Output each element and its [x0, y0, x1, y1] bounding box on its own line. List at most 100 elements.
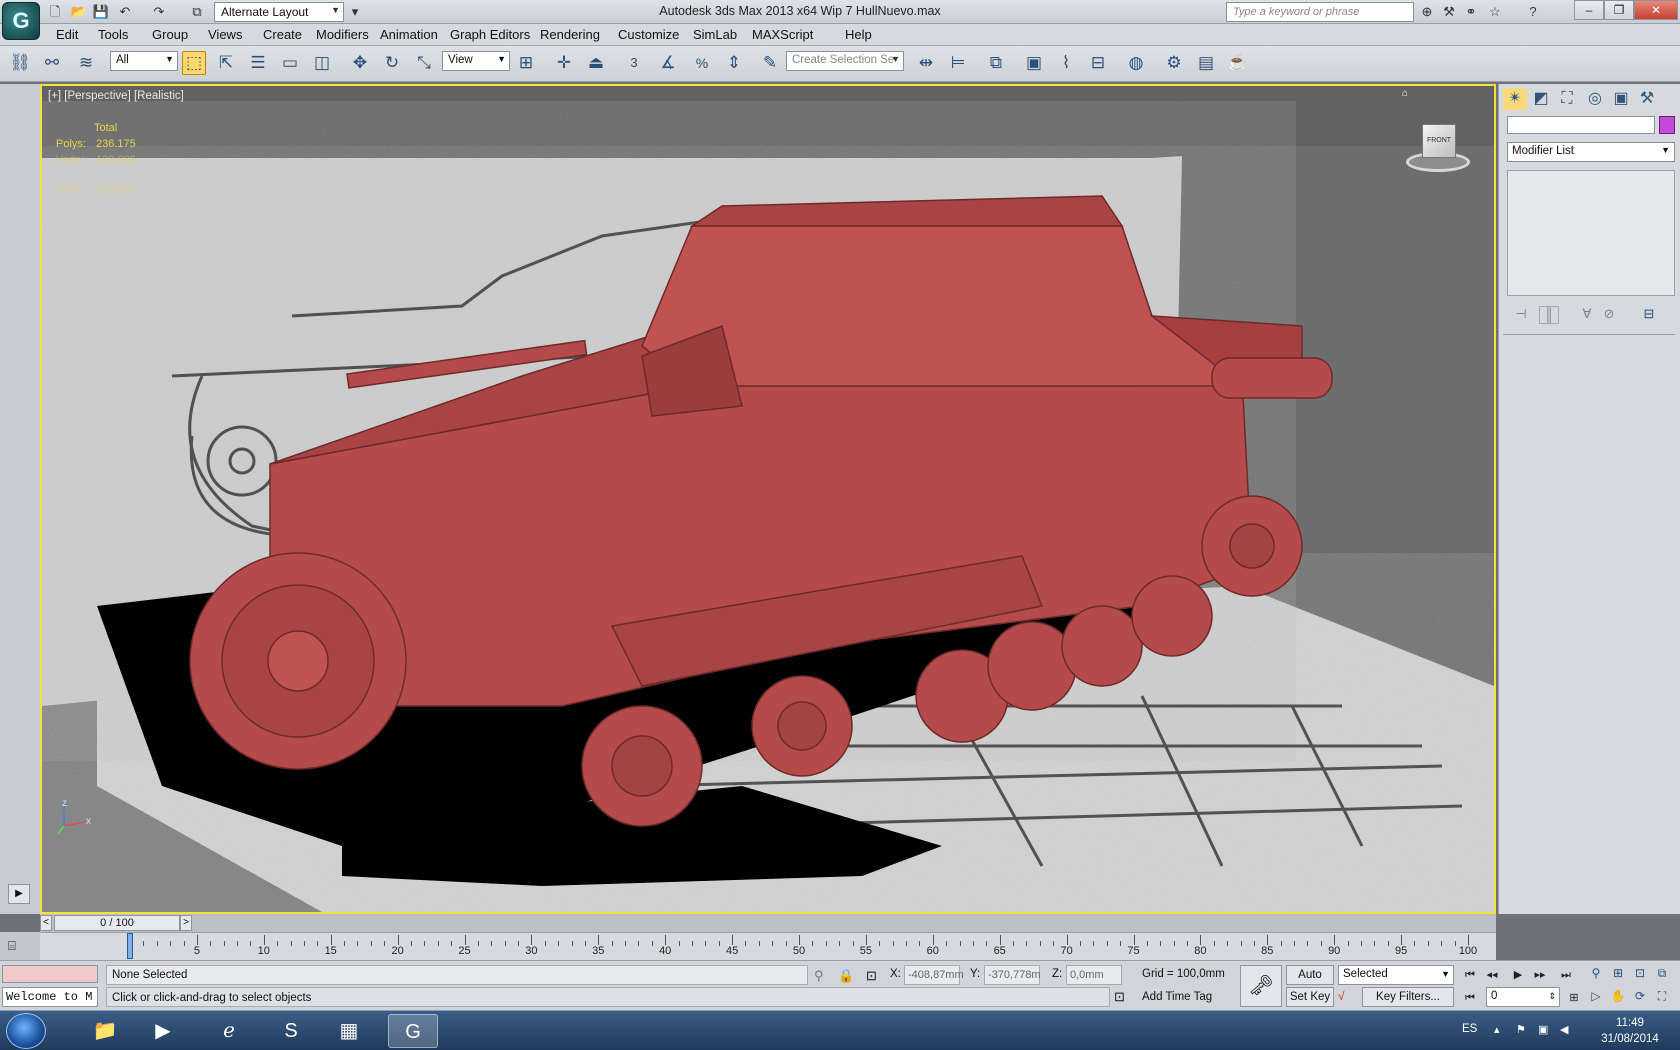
selection-lock-icon[interactable]: 🔒: [838, 968, 854, 984]
menu-animation[interactable]: Animation: [380, 27, 438, 42]
key-mode-toggle-icon[interactable]: ⏮: [1460, 989, 1480, 1007]
time-next-arrow[interactable]: >: [180, 915, 192, 931]
edit-named-selection-icon[interactable]: ✎: [758, 51, 782, 75]
maximize-viewport-icon[interactable]: ⛶: [1652, 989, 1672, 1007]
time-slider[interactable]: 0 / 100: [54, 915, 180, 931]
move-icon[interactable]: ✥: [348, 51, 372, 75]
manipulate-icon[interactable]: ✛: [552, 51, 576, 75]
close-button[interactable]: ✕: [1634, 0, 1678, 20]
time-cursor[interactable]: [127, 933, 133, 959]
object-color-swatch[interactable]: [1659, 116, 1675, 134]
key-mode-curve-icon[interactable]: √: [1338, 989, 1345, 1003]
select-object-icon[interactable]: ⬚: [182, 51, 206, 75]
workspace-dropdown[interactable]: Alternate Layout ▼: [214, 2, 344, 22]
skype-icon[interactable]: S: [266, 1014, 316, 1048]
current-frame-field[interactable]: 0 ⇕: [1486, 987, 1560, 1007]
motion-tab-icon[interactable]: ◎: [1583, 88, 1607, 110]
curve-editor-icon[interactable]: ⌇: [1054, 51, 1078, 75]
y-coord-field[interactable]: -370,778m: [984, 965, 1041, 985]
hierarchy-tab-icon[interactable]: ⛶: [1555, 88, 1579, 110]
maximize-button[interactable]: ❐: [1604, 0, 1634, 20]
time-prev-arrow[interactable]: <: [40, 915, 52, 931]
media-player-icon[interactable]: ▶: [138, 1014, 188, 1048]
redo-icon[interactable]: ↷: [150, 3, 168, 21]
system-clock[interactable]: 11:49 31/08/2014: [1590, 1015, 1670, 1047]
unlink-icon[interactable]: ⚯: [40, 51, 64, 75]
menu-simlab[interactable]: SimLab: [693, 27, 737, 42]
add-time-tag[interactable]: Add Time Tag: [1138, 987, 1234, 1007]
explorer-icon[interactable]: 📁: [80, 1014, 130, 1048]
home-icon[interactable]: ⌂: [1402, 88, 1408, 99]
modify-tab-icon[interactable]: ◩: [1529, 88, 1553, 110]
modifier-list-dropdown[interactable]: Modifier List ▼: [1507, 142, 1675, 162]
minimize-button[interactable]: –: [1574, 0, 1604, 20]
scale-icon[interactable]: ⤡: [412, 51, 436, 75]
time-tag-icon[interactable]: ⊡: [1114, 989, 1125, 1005]
start-button[interactable]: [6, 1013, 46, 1049]
mini-curve-editor-toggle[interactable]: ⌸: [0, 932, 40, 960]
menu-customize[interactable]: Customize: [618, 27, 679, 42]
select-by-name-icon[interactable]: ⇱: [214, 51, 238, 75]
modifier-stack[interactable]: [1507, 170, 1675, 296]
zoom-extents-icon[interactable]: ⊡: [1630, 966, 1650, 984]
time-configuration-icon[interactable]: ⊞: [1564, 989, 1584, 1007]
zoom-extents-all-icon[interactable]: ⧉: [1652, 966, 1672, 984]
display-tab-icon[interactable]: ▣: [1609, 88, 1633, 110]
x-coord-field[interactable]: -408,87mm: [904, 965, 964, 985]
internet-explorer-icon[interactable]: ℯ: [204, 1014, 254, 1048]
rotate-icon[interactable]: ↻: [380, 51, 404, 75]
network-icon[interactable]: ▣: [1538, 1023, 1552, 1037]
binoculars-icon[interactable]: ⊕: [1418, 3, 1436, 21]
subscription-icon[interactable]: ⚒: [1440, 3, 1458, 21]
rendered-frame-window-icon[interactable]: ▤: [1194, 51, 1218, 75]
menu-graph-editors[interactable]: Graph Editors: [450, 27, 530, 42]
link-icon[interactable]: ⛓: [8, 51, 32, 75]
spinner-snap-icon[interactable]: ⇕: [722, 51, 746, 75]
rectangular-selection-icon[interactable]: ▭: [278, 51, 302, 75]
viewcube-front-face[interactable]: FRONT: [1422, 124, 1456, 158]
project-folder-icon[interactable]: ⧉: [188, 3, 206, 21]
orbit-icon[interactable]: ⟳: [1630, 989, 1650, 1007]
configure-modifier-sets-icon[interactable]: ⊟: [1639, 306, 1659, 324]
previous-frame-icon[interactable]: ◂◂: [1482, 966, 1502, 984]
viewcube[interactable]: FRONT: [1402, 118, 1474, 176]
go-to-start-icon[interactable]: ⏮: [1460, 966, 1480, 984]
material-editor-icon[interactable]: ◍: [1124, 51, 1148, 75]
menu-tools[interactable]: Tools: [98, 27, 128, 42]
communication-center-icon[interactable]: ⚭: [1462, 3, 1480, 21]
remove-modifier-icon[interactable]: ⊘: [1599, 306, 1619, 324]
show-end-result-icon[interactable]: ║: [1539, 306, 1559, 324]
application-menu-logo[interactable]: G: [2, 2, 40, 40]
menu-group[interactable]: Group: [152, 27, 188, 42]
favorites-star-icon[interactable]: ☆: [1486, 3, 1504, 21]
menu-create[interactable]: Create: [263, 27, 302, 42]
align-icon[interactable]: ⊨: [946, 51, 970, 75]
set-keys-key-icon[interactable]: 🗝: [1240, 965, 1282, 1007]
maxscript-listener-output[interactable]: Welcome to M: [2, 987, 98, 1007]
volume-icon[interactable]: ◀: [1560, 1023, 1574, 1037]
graphite-toolbar-icon[interactable]: ▣: [1022, 51, 1046, 75]
window-crossing-icon[interactable]: ◫: [310, 51, 334, 75]
zoom-icon[interactable]: ⚲: [1586, 966, 1606, 984]
create-tab-icon[interactable]: ✴: [1503, 88, 1527, 110]
menu-modifiers[interactable]: Modifiers: [316, 27, 369, 42]
photo-viewer-icon[interactable]: ▦: [324, 1014, 374, 1048]
angle-snap-icon[interactable]: ∡: [656, 51, 680, 75]
go-to-end-icon[interactable]: ⏭: [1556, 966, 1576, 984]
named-selection-set-dropdown[interactable]: Create Selection Se ▼: [786, 51, 904, 71]
3dsmax-taskbar-icon[interactable]: G: [388, 1014, 438, 1048]
make-unique-icon[interactable]: ∀: [1577, 306, 1597, 324]
mirror-icon[interactable]: ⇹: [914, 51, 938, 75]
viewport-label[interactable]: [+] [Perspective] [Realistic]: [48, 90, 184, 102]
menu-help[interactable]: Help: [845, 27, 872, 42]
render-setup-icon[interactable]: ⚙: [1162, 51, 1186, 75]
save-icon[interactable]: 💾: [92, 3, 110, 21]
action-center-flag-icon[interactable]: ⚑: [1516, 1023, 1530, 1037]
snaps-toggle-icon[interactable]: 3: [622, 51, 646, 75]
perspective-viewport[interactable]: [+] [Perspective] [Realistic] Total Poly…: [40, 84, 1496, 914]
percent-snap-icon[interactable]: %: [690, 51, 714, 75]
layer-manager-icon[interactable]: ⧉: [984, 51, 1008, 75]
field-of-view-icon[interactable]: ▷: [1586, 989, 1606, 1007]
pin-stack-icon[interactable]: ⊣: [1511, 306, 1531, 324]
undo-icon[interactable]: ↶: [116, 3, 134, 21]
